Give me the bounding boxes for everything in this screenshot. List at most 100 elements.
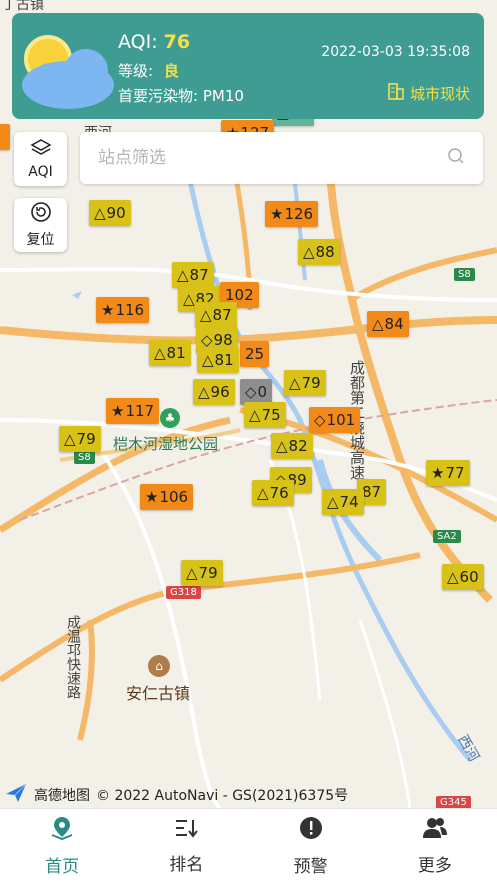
station-type-icon: △	[177, 266, 189, 284]
nav-home-label: 首页	[45, 857, 80, 877]
station-type-icon: ★	[111, 402, 125, 420]
station-marker[interactable]: △ 87	[195, 302, 237, 328]
copyright-text: © 2022 AutoNavi - GS(2021)6375号	[96, 788, 349, 804]
station-filter-input[interactable]	[98, 148, 447, 168]
station-aqi-value: 79	[198, 564, 218, 582]
station-marker-partial[interactable]	[0, 124, 10, 150]
road-badge-g345: G345	[436, 796, 471, 808]
users-icon	[421, 816, 449, 845]
alert-icon	[298, 815, 324, 846]
layers-button[interactable]: AQI	[14, 132, 67, 186]
station-marker[interactable]: △ 81	[197, 347, 239, 373]
station-filter-bar[interactable]	[80, 132, 483, 184]
station-aqi-value: 87	[189, 266, 209, 284]
station-aqi-value: 82	[288, 437, 308, 455]
pollutant-label: 首要污染物:	[118, 87, 199, 105]
station-marker[interactable]: △ 79	[59, 426, 101, 452]
station-type-icon: ◇	[245, 383, 257, 401]
aqi-summary-card: AQI: 76 等级: 良 首要污染物: PM10 2022-03-03 19:…	[12, 13, 484, 119]
grade-row: 等级: 良	[118, 60, 179, 81]
station-type-icon: ★	[431, 464, 445, 482]
station-marker[interactable]: △ 96	[193, 379, 235, 405]
station-marker[interactable]: ★ 106	[140, 484, 194, 510]
station-marker[interactable]: △ 81	[149, 340, 191, 366]
road-badge-g318: G318	[166, 586, 201, 599]
station-type-icon: △	[200, 306, 212, 324]
station-aqi-value: 87	[212, 306, 232, 324]
station-aqi-value: 25	[245, 345, 265, 363]
station-aqi-value: 88	[315, 243, 335, 261]
amap-logo-icon	[4, 782, 28, 808]
station-marker[interactable]: △ 87	[172, 262, 214, 288]
landmark-icon: ⌂	[148, 655, 170, 677]
aqi-row: AQI: 76	[118, 31, 190, 53]
station-aqi-value: 74	[339, 493, 359, 511]
station-marker[interactable]: △ 60	[442, 564, 484, 590]
map-label-chengwenqiong: 成温邛快速路	[65, 615, 81, 699]
station-marker[interactable]: ★ 117	[106, 398, 160, 424]
nav-alert-label: 预警	[293, 857, 328, 877]
station-aqi-value: 79	[301, 374, 321, 392]
nav-ranking[interactable]: 排名	[124, 809, 248, 883]
city-status-link[interactable]: 城市现状	[386, 81, 470, 105]
station-type-icon: △	[64, 430, 76, 448]
reset-button[interactable]: 复位	[14, 198, 67, 252]
nav-more[interactable]: 更多	[373, 809, 497, 883]
grade-value: 良	[163, 62, 179, 80]
station-type-icon: △	[186, 564, 198, 582]
park-icon: ♣	[160, 408, 180, 428]
station-marker[interactable]: △ 76	[252, 480, 294, 506]
station-marker[interactable]: ★ 77	[426, 460, 470, 486]
station-marker[interactable]: △ 82	[271, 433, 313, 459]
aqi-label: AQI:	[118, 31, 158, 53]
station-marker[interactable]: △ 90	[89, 200, 131, 226]
station-type-icon: △	[276, 437, 288, 455]
station-aqi-value: 77	[445, 464, 465, 482]
pollutant-value: PM10	[202, 87, 244, 105]
station-aqi-value: 0	[257, 383, 268, 401]
map-pin-icon	[49, 815, 75, 846]
station-marker[interactable]: △ 75	[244, 402, 286, 428]
station-marker[interactable]: △ 84	[367, 311, 409, 337]
station-marker[interactable]: △ 74	[322, 489, 364, 515]
station-type-icon: ★	[270, 205, 284, 223]
station-marker[interactable]: △ 79	[284, 370, 326, 396]
road-badge-s8b: S8	[74, 451, 95, 464]
station-marker[interactable]: △ 79	[181, 560, 223, 586]
road-badge-s8: S8	[454, 268, 475, 281]
map-label-park: 桤木河湿地公园	[113, 435, 219, 453]
station-marker[interactable]: ★ 116	[96, 297, 150, 323]
station-marker[interactable]: △ 88	[298, 239, 340, 265]
nav-ranking-label: 排名	[169, 855, 204, 875]
ranking-icon	[173, 817, 199, 844]
station-type-icon: △	[154, 344, 166, 362]
layers-label: AQI	[28, 164, 53, 180]
station-type-icon: ★	[145, 488, 159, 506]
station-type-icon: △	[303, 243, 315, 261]
station-type-icon: ◇	[314, 411, 326, 429]
station-type-icon: △	[447, 568, 459, 586]
station-type-icon: ★	[101, 301, 115, 319]
search-icon[interactable]	[447, 147, 465, 169]
station-marker[interactable]: ★ 126	[265, 201, 319, 227]
station-aqi-value: 87	[362, 483, 382, 501]
station-marker[interactable]: ◇ 101	[309, 407, 361, 433]
nav-home[interactable]: 首页	[0, 809, 124, 883]
update-time: 2022-03-03 19:35:08	[321, 44, 470, 60]
bottom-nav: 首页 排名 预警 更多	[0, 808, 497, 883]
station-type-icon: △	[202, 351, 214, 369]
nav-alert[interactable]: 预警	[249, 809, 373, 883]
map-view[interactable]: 丁古镇 西河 桤木河湿地公园 ♣ ⌂ 安仁古镇 成都第二绕城高速 成温邛快速路 …	[0, 0, 497, 808]
aqi-value: 76	[163, 31, 191, 53]
station-type-icon: △	[372, 315, 384, 333]
pollutant-row: 首要污染物: PM10	[118, 85, 244, 106]
building-icon	[386, 81, 406, 105]
station-aqi-value: 116	[115, 301, 145, 319]
road-badge-sa2: SA2	[433, 530, 461, 543]
station-aqi-value: 75	[261, 406, 281, 424]
station-type-icon: △	[94, 204, 106, 222]
map-attribution: 高德地图 © 2022 AutoNavi - GS(2021)6375号	[4, 782, 348, 808]
station-type-icon: △	[289, 374, 301, 392]
grade-label: 等级:	[118, 62, 154, 80]
station-marker[interactable]: 25	[240, 341, 270, 367]
